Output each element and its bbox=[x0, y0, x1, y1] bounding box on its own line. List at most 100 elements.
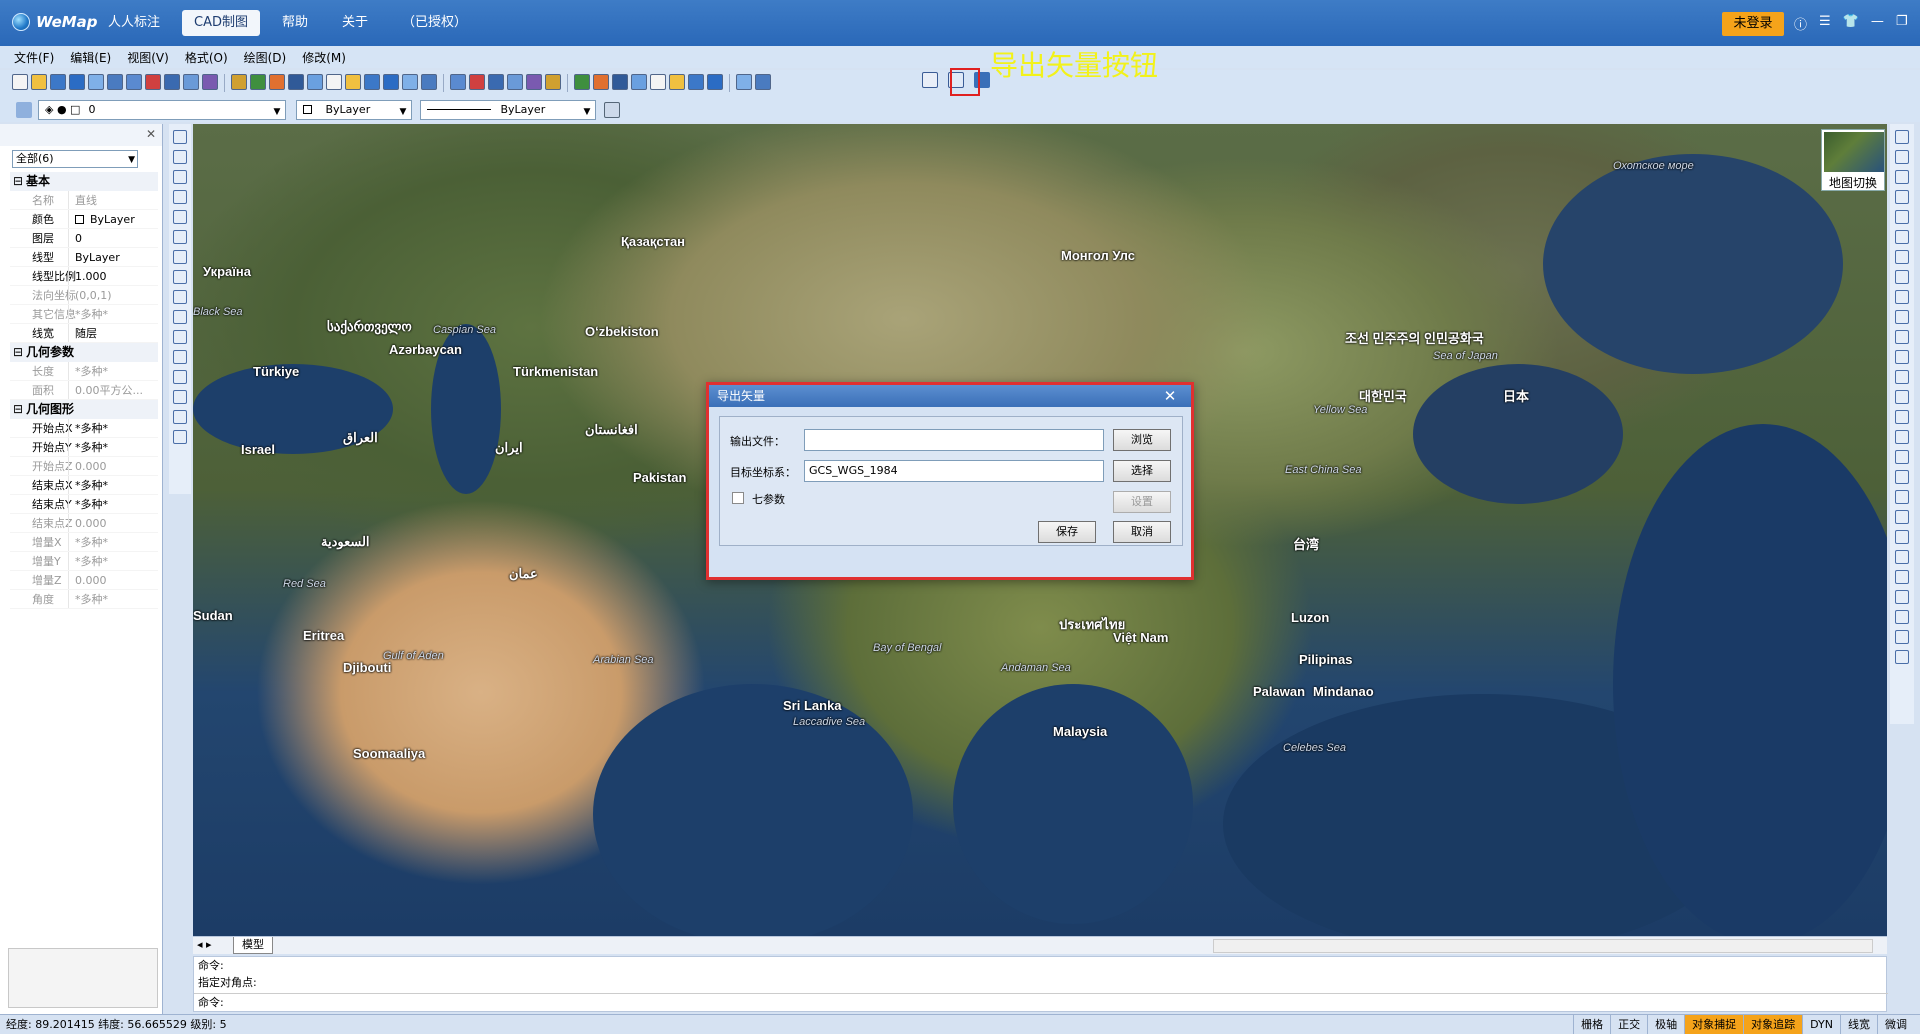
modify-tool-icon[interactable] bbox=[1895, 330, 1909, 344]
property-row[interactable]: 名称 直线 bbox=[10, 191, 158, 210]
linetype-combo[interactable]: ByLayer ▼ bbox=[420, 100, 596, 120]
command-input[interactable]: 命令: bbox=[194, 993, 1888, 1011]
property-value[interactable]: *多种* bbox=[68, 476, 158, 494]
modify-tool-icon[interactable] bbox=[1895, 450, 1909, 464]
modify-tool-icon[interactable] bbox=[1895, 570, 1909, 584]
draw-tool-icon[interactable] bbox=[173, 230, 187, 244]
draw-tool-icon[interactable] bbox=[173, 150, 187, 164]
modify-tool-icon[interactable] bbox=[1895, 130, 1909, 144]
property-row[interactable]: 结束点X *多种* bbox=[10, 476, 158, 495]
property-row[interactable]: 线型 ByLayer bbox=[10, 248, 158, 267]
modify-tool-icon[interactable] bbox=[1895, 530, 1909, 544]
modify-tool-icon[interactable] bbox=[1895, 550, 1909, 564]
status-toggle[interactable]: DYN bbox=[1802, 1015, 1840, 1034]
toolbar-tool-icon[interactable] bbox=[421, 74, 437, 90]
close-icon[interactable]: ✕ bbox=[146, 127, 156, 141]
toolbar-tool-icon[interactable] bbox=[288, 74, 304, 90]
modify-tool-icon[interactable] bbox=[1895, 170, 1909, 184]
toolbar-tool-icon[interactable] bbox=[345, 74, 361, 90]
toolbar-tool-icon[interactable] bbox=[526, 74, 542, 90]
draw-tool-icon[interactable] bbox=[173, 310, 187, 324]
modify-tool-icon[interactable] bbox=[1895, 370, 1909, 384]
status-toggle[interactable]: 栅格 bbox=[1573, 1015, 1610, 1034]
toolbar-tool-icon[interactable] bbox=[231, 74, 247, 90]
cancel-button[interactable]: 取消 bbox=[1113, 521, 1171, 543]
property-row[interactable]: 角度 *多种* bbox=[10, 590, 158, 609]
menu-item[interactable]: 绘图(D) bbox=[244, 49, 287, 66]
status-toggle[interactable]: 线宽 bbox=[1840, 1015, 1877, 1034]
seven-param-checkbox[interactable] bbox=[732, 492, 744, 504]
draw-tool-icon[interactable] bbox=[173, 370, 187, 384]
property-row[interactable]: 法向坐标 (0,0,1) bbox=[10, 286, 158, 305]
draw-tool-icon[interactable] bbox=[173, 210, 187, 224]
object-filter-select[interactable]: 全部(6) ▼ bbox=[12, 150, 138, 168]
toolbar-tool-icon[interactable] bbox=[307, 74, 323, 90]
top-menu-item[interactable]: 人人标注 bbox=[96, 10, 172, 36]
modify-tool-icon[interactable] bbox=[1895, 590, 1909, 604]
toolbar-tool-icon[interactable] bbox=[631, 74, 647, 90]
toolbar-tool-icon[interactable] bbox=[88, 74, 104, 90]
draw-tool-icon[interactable] bbox=[173, 390, 187, 404]
toolbar-tool-icon[interactable] bbox=[574, 74, 590, 90]
menu-item[interactable]: 文件(F) bbox=[14, 49, 54, 66]
toolbar-tool-icon[interactable] bbox=[183, 74, 199, 90]
draw-tool-icon[interactable] bbox=[173, 190, 187, 204]
toolbar-tool-icon[interactable] bbox=[545, 74, 561, 90]
property-row[interactable]: 长度 *多种* bbox=[10, 362, 158, 381]
property-value[interactable]: *多种* bbox=[68, 419, 158, 437]
property-value[interactable]: *多种* bbox=[68, 495, 158, 513]
draw-tool-icon[interactable] bbox=[173, 430, 187, 444]
property-row[interactable]: 图层 0 bbox=[10, 229, 158, 248]
output-file-input[interactable] bbox=[804, 429, 1104, 451]
property-row[interactable]: 开始点Y *多种* bbox=[10, 438, 158, 457]
draw-tool-icon[interactable] bbox=[173, 270, 187, 284]
lineweight-icon[interactable] bbox=[604, 102, 620, 118]
toolbar-tool-icon[interactable] bbox=[612, 74, 628, 90]
top-menu-item[interactable]: CAD制图 bbox=[182, 10, 260, 36]
toolbar-tool-icon[interactable] bbox=[507, 74, 523, 90]
modify-tool-icon[interactable] bbox=[1895, 490, 1909, 504]
property-value[interactable]: 0 bbox=[68, 229, 158, 247]
toolbar-tool-icon[interactable] bbox=[269, 74, 285, 90]
toolbar-tool-icon[interactable] bbox=[31, 74, 47, 90]
property-value[interactable]: 1.000 bbox=[68, 267, 158, 285]
draw-tool-icon[interactable] bbox=[173, 350, 187, 364]
menu-item[interactable]: 编辑(E) bbox=[70, 49, 111, 66]
tab-nav-icons[interactable]: ◂ ▸ bbox=[197, 938, 212, 951]
property-row[interactable]: 颜色 ByLayer bbox=[10, 210, 158, 229]
property-row[interactable]: 增量X *多种* bbox=[10, 533, 158, 552]
toolbar-tool-icon[interactable] bbox=[364, 74, 380, 90]
property-row[interactable]: 开始点X *多种* bbox=[10, 419, 158, 438]
close-icon[interactable]: ✕ bbox=[1149, 385, 1191, 407]
toolbar-tool-icon[interactable] bbox=[145, 74, 161, 90]
menu-item[interactable]: 格式(O) bbox=[185, 49, 228, 66]
toolbar-tool-icon[interactable] bbox=[593, 74, 609, 90]
toolbar-tool-icon[interactable] bbox=[126, 74, 142, 90]
property-row[interactable]: 结束点Z 0.000 bbox=[10, 514, 158, 533]
modify-tool-icon[interactable] bbox=[1895, 310, 1909, 324]
collapse-icon[interactable]: ⊟ bbox=[10, 400, 26, 419]
toolbar-tool-icon[interactable] bbox=[250, 74, 266, 90]
toolbar-tool-icon[interactable] bbox=[50, 74, 66, 90]
property-row[interactable]: 线型比例 1.000 bbox=[10, 267, 158, 286]
collapse-icon[interactable]: ⊟ bbox=[10, 172, 26, 191]
skin-icon[interactable]: 👕 bbox=[1843, 14, 1859, 33]
property-value[interactable]: *多种* bbox=[68, 438, 158, 456]
color-combo[interactable]: ByLayer ▼ bbox=[296, 100, 412, 120]
draw-tool-icon[interactable] bbox=[173, 290, 187, 304]
modify-tool-icon[interactable] bbox=[1895, 270, 1909, 284]
toolbar-tool-icon[interactable] bbox=[707, 74, 723, 90]
modify-tool-icon[interactable] bbox=[1895, 630, 1909, 644]
toolbar-tool-icon[interactable] bbox=[107, 74, 123, 90]
modify-tool-icon[interactable] bbox=[1895, 290, 1909, 304]
toolbar-tool-icon[interactable] bbox=[202, 74, 218, 90]
toolbar-tool-icon[interactable] bbox=[12, 74, 28, 90]
toolbar-tool-icon[interactable] bbox=[755, 74, 771, 90]
settings-button[interactable]: 设置 bbox=[1113, 491, 1171, 513]
property-section[interactable]: ⊟ 几何参数 bbox=[10, 343, 158, 362]
save-button[interactable]: 保存 bbox=[1038, 521, 1096, 543]
import-icon[interactable] bbox=[922, 72, 938, 88]
toolbar-tool-icon[interactable] bbox=[450, 74, 466, 90]
toolbar-tool-icon[interactable] bbox=[669, 74, 685, 90]
status-toggle[interactable]: 对象捕捉 bbox=[1684, 1015, 1744, 1034]
